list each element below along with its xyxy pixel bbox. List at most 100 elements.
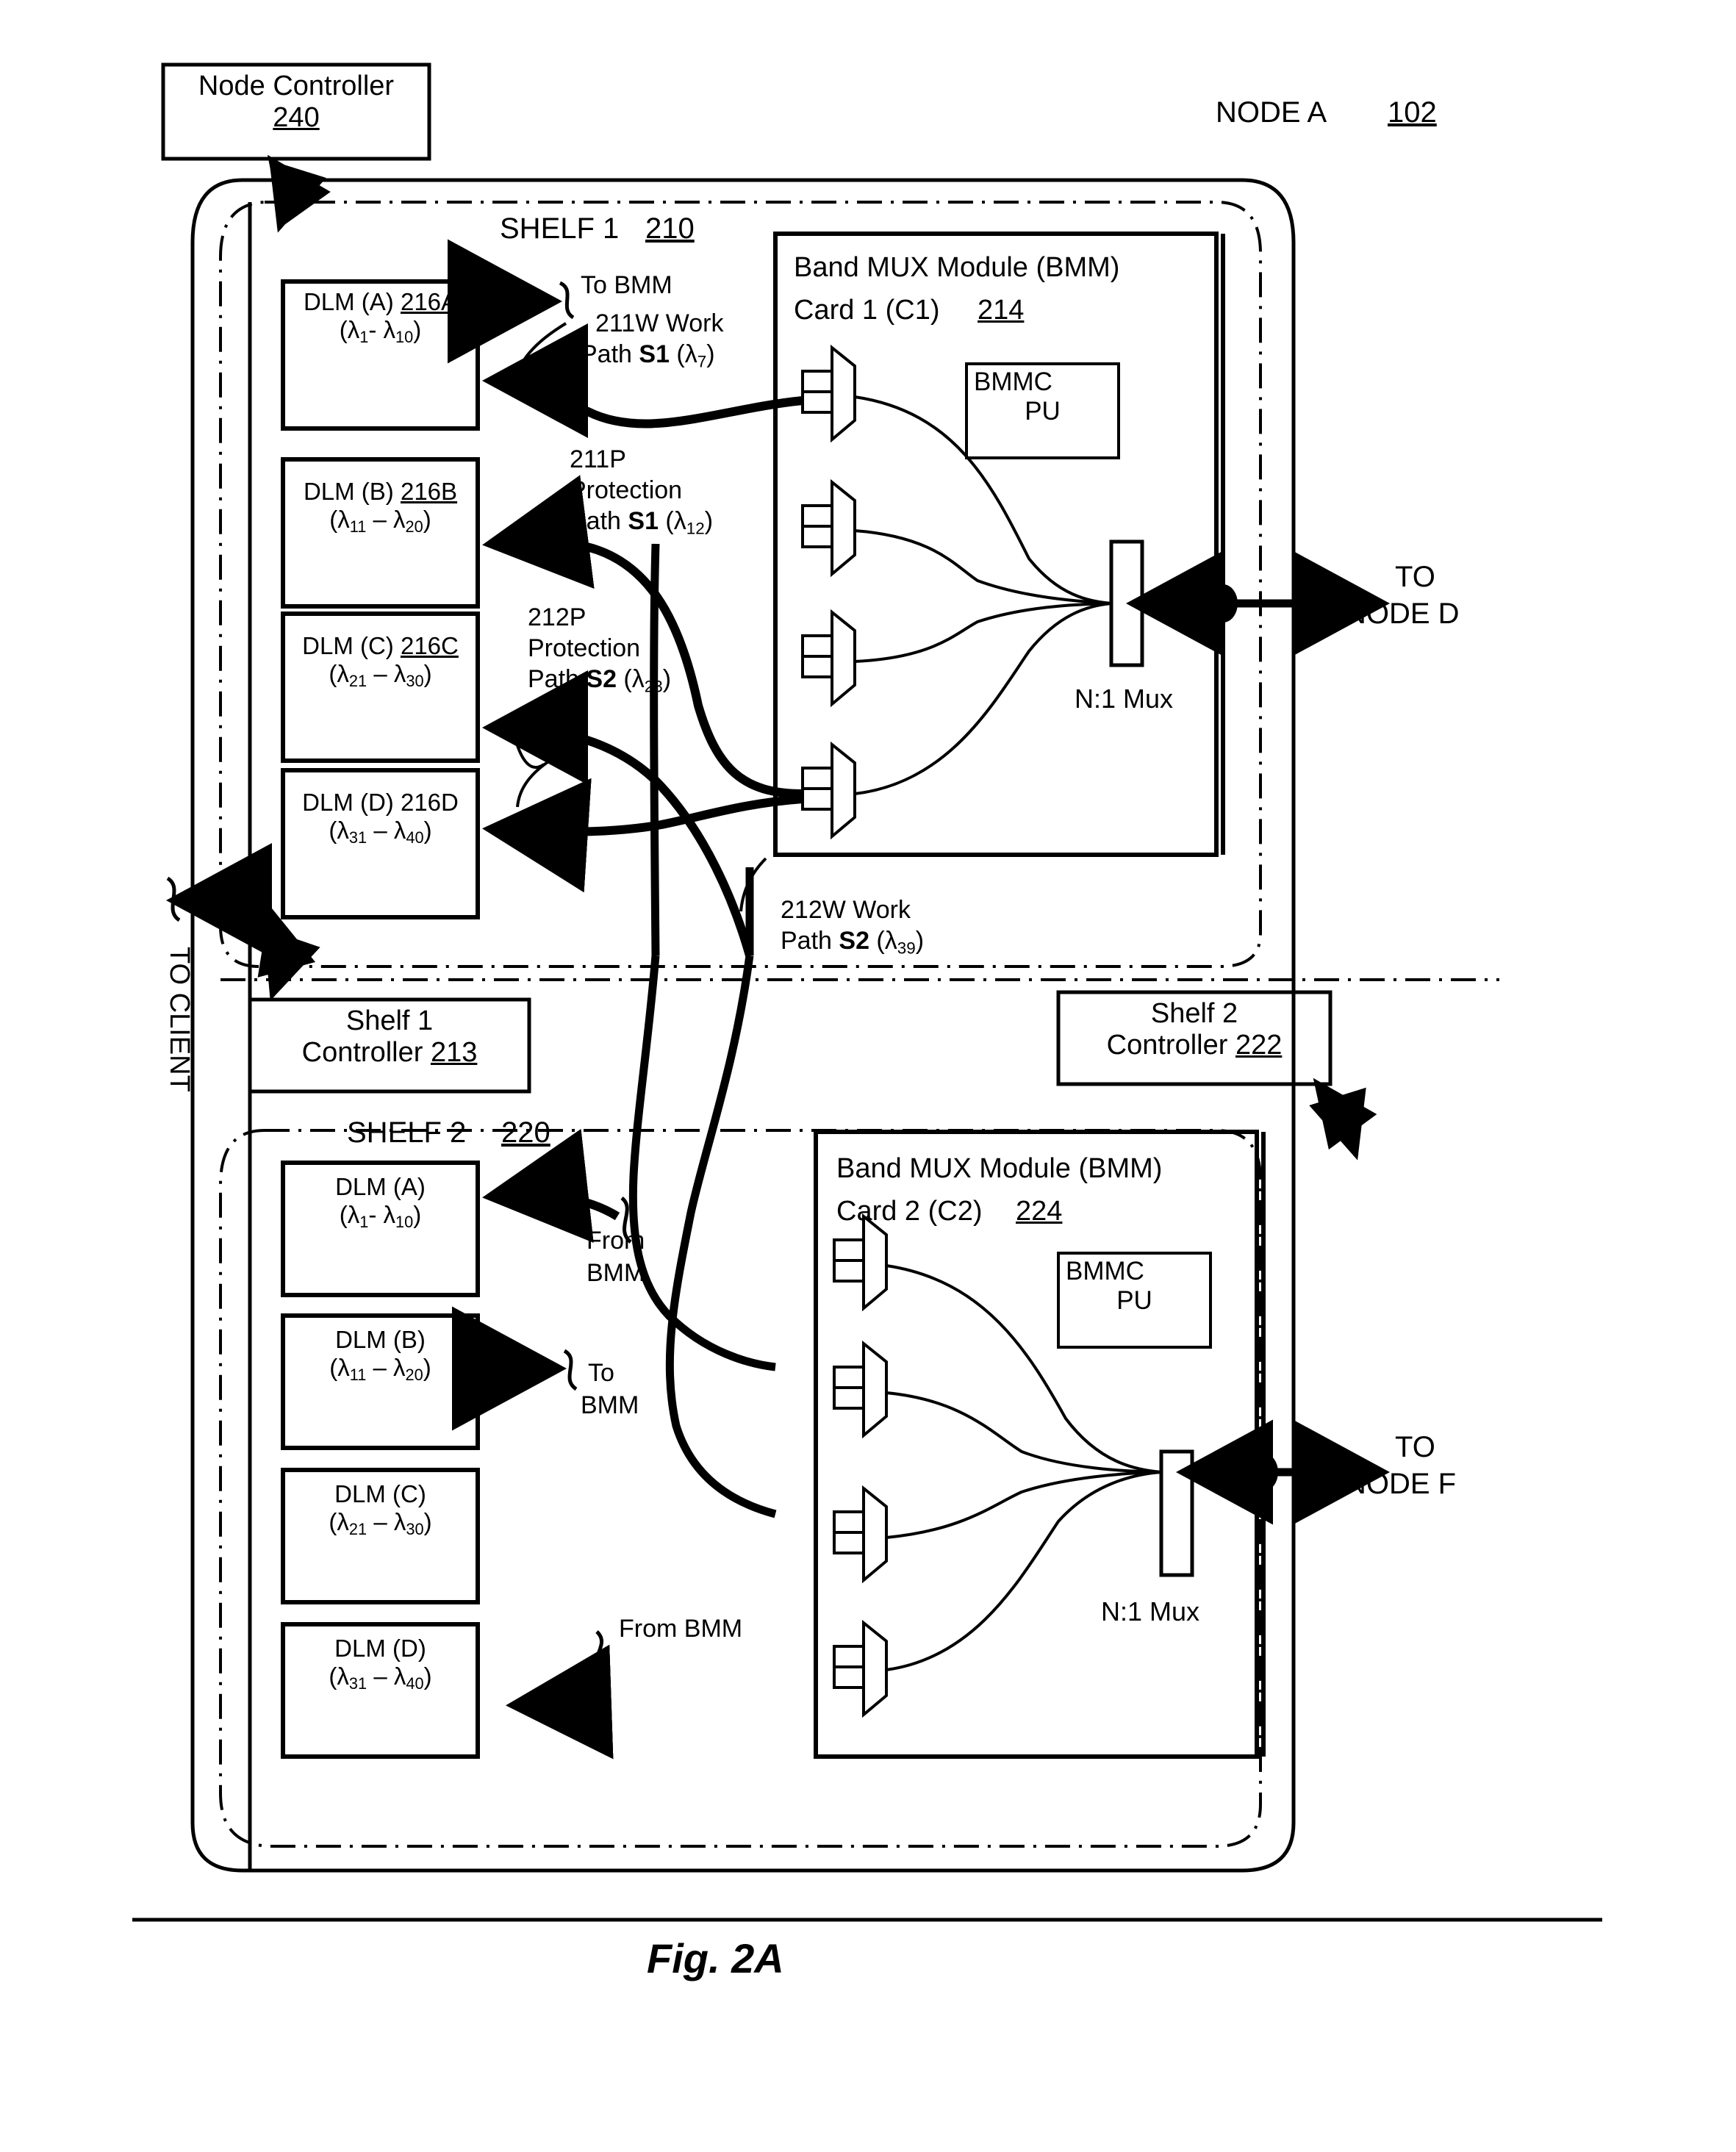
- shelf2-from-bmm-a-line1: From: [587, 1227, 645, 1255]
- shelf1-ref: 210: [645, 212, 695, 245]
- shelf1-mux-group: [801, 344, 856, 840]
- shelf1-dlm-a-ref: 216A: [400, 288, 458, 315]
- shelf1-mux-2-port-top: [801, 504, 833, 528]
- shelf1-211p-line3: Path S1 (λ12): [570, 507, 714, 538]
- shelf1-egress-line2: NODE D: [1345, 598, 1460, 630]
- shelf1-node-d-junction: [1208, 584, 1238, 623]
- shelf1-bmmc-line1: BMMC: [974, 367, 1052, 396]
- shelf1-bmm-title-line2: Card 1 (C1): [794, 295, 940, 326]
- shelf1-dlm-c-ref: 216C: [400, 632, 459, 659]
- shelf2-dlm-a-label: DLM (A) (λ1- λ10): [335, 1173, 426, 1232]
- shelf2-dlm-d-break: [595, 1630, 603, 1672]
- shelf1-to-bmm-label: To BMM: [581, 271, 672, 299]
- node-controller-ref: 240: [273, 102, 320, 133]
- shelf2-dlm-d-label: DLM (D) (λ31 – λ40): [329, 1635, 432, 1693]
- shelf1-bmm-title-line1: Band MUX Module (BMM): [794, 252, 1120, 283]
- shelf1-212p-protection-path: [482, 670, 754, 957]
- shelf1-egress-line1: TO: [1395, 561, 1435, 593]
- cross-shelf-curve-2: [628, 955, 776, 1371]
- shelf1-dlm-a-out-break: [559, 281, 575, 320]
- shelf1-mux-1-port-top: [801, 370, 833, 393]
- shelf1-dlm-a-name: DLM (A): [303, 288, 394, 315]
- shelf2-mux-3-port-top: [833, 1510, 865, 1534]
- shelf2-node-f-junction: [1249, 1453, 1278, 1491]
- shelf2-mux-2-port-top: [833, 1366, 865, 1389]
- shelf2-mux-4-port-bot: [833, 1665, 865, 1689]
- shelf1-212w-work-path: [482, 778, 803, 893]
- shelf2-mux-4: [862, 1619, 888, 1718]
- shelf1-211w-line1: 211W Work: [595, 309, 724, 337]
- node-controller-title: Node Controller: [198, 71, 395, 101]
- shelf2-mux-2: [862, 1340, 888, 1439]
- to-client-break: [166, 876, 181, 922]
- shelf1-mux-2-port-bot: [801, 525, 833, 548]
- shelf1-mux-4-port-bot: [801, 787, 833, 811]
- shelf1-mux-3: [831, 609, 856, 708]
- shelf1-212p-leader-b: [516, 761, 549, 808]
- shelf2-from-bmm-d: From BMM: [619, 1615, 743, 1643]
- shelf1-211w-line2: Path S1 (λ7): [581, 340, 715, 371]
- shelf2-bmm-ref: 224: [1016, 1196, 1063, 1227]
- shelf2-mux-group: [833, 1213, 888, 1718]
- shelf1-211w-work-path: [482, 323, 803, 439]
- shelf1-mux-4-port-top: [801, 767, 833, 790]
- shelf2-dlm-b-label: DLM (B) (λ11 – λ20): [329, 1326, 431, 1385]
- shelf1-211p-line1: 211P: [570, 445, 626, 473]
- shelf1-dlm-c-name: DLM (C): [302, 632, 394, 659]
- shelf1-dlm-b-label: DLM (B) 216B (λ11 – λ20): [303, 478, 458, 537]
- shelf1-bmmc-line2: PU: [1025, 397, 1061, 426]
- shelf2-title: SHELF 2: [347, 1116, 467, 1149]
- shelf2-controller-line2: Controller 222: [1106, 1030, 1283, 1061]
- node-a-label: NODE A: [1216, 96, 1327, 129]
- shelf2-egress-line1: TO: [1395, 1431, 1435, 1463]
- shelf1-212p-line3: Path S2 (λ23): [528, 665, 672, 696]
- shelf1-211p-line2: Protection: [570, 476, 683, 504]
- shelf1-controller-label: Shelf 1 Controller 213: [250, 1005, 529, 1069]
- shelf1-dlm-c-label: DLM (C) 216C (λ21 – λ30): [302, 632, 459, 691]
- cross-shelf-curve-1: [665, 955, 777, 1518]
- shelf2-controller-link: [1309, 1077, 1377, 1161]
- shelf2-mux-4-port-top: [833, 1645, 865, 1668]
- shelf2-dlm-a-name: DLM (A): [335, 1173, 426, 1200]
- shelf1-dlm-d-name: DLM (D): [302, 789, 394, 816]
- shelf2-dlm-d-in-curve: [506, 1644, 614, 1760]
- shelf2-mux-3: [862, 1485, 888, 1584]
- shelf1-n1mux-box: [1109, 539, 1144, 667]
- shelf2-controller-line1: Shelf 2: [1150, 998, 1238, 1029]
- shelf2-bmmc-line2: PU: [1116, 1286, 1152, 1315]
- shelf1-controller-line2: Controller 213: [301, 1037, 478, 1068]
- node-controller-link: [267, 154, 331, 233]
- shelf1-mux-2: [831, 478, 856, 578]
- shelf2-n1mux-box: [1159, 1449, 1194, 1577]
- shelf1-212w-leader: [739, 857, 767, 912]
- shelf1-212p-line2: Protection: [528, 634, 641, 662]
- shelf1-boundary-left: [219, 201, 265, 968]
- shelf2-dlm-c-name: DLM (C): [334, 1480, 426, 1507]
- patent-figure-2a: Node Controller 240 NODE A 102 SHELF 1 2…: [0, 0, 1736, 2152]
- node-a-ref: 102: [1388, 96, 1437, 129]
- shelf2-controller-label: Shelf 2 Controller 222: [1058, 998, 1330, 1061]
- shelf1-212w-line2: Path S2 (λ39): [781, 927, 925, 958]
- shelf2-dlm-d-name: DLM (D): [334, 1635, 426, 1662]
- shelf2-bmm-title-line1: Band MUX Module (BMM): [836, 1153, 1163, 1184]
- shelf2-to-bmm-b-line2: BMM: [581, 1391, 639, 1419]
- shelf2-from-bmm-a-line2: BMM: [587, 1259, 645, 1287]
- shelf2-dlm-b-name: DLM (B): [335, 1326, 426, 1353]
- shelf2-mux-3-port-bot: [833, 1531, 865, 1554]
- shelf1-mux-1: [831, 344, 856, 443]
- shelf1-212w-line1: 212W Work: [781, 896, 911, 924]
- shelf2-egress-line2: NODE F: [1345, 1468, 1457, 1500]
- shelf2-dlm-b-break: [563, 1349, 578, 1391]
- shelf2-mux-2-port-bot: [833, 1386, 865, 1410]
- shelf2-dlm-c-label: DLM (C) (λ21 – λ30): [329, 1480, 432, 1539]
- shelf2-mux-1-port-bot: [833, 1259, 865, 1283]
- shelf1-n1mux-label: N:1 Mux: [1075, 684, 1174, 714]
- shelf1-mux-3-port-bot: [801, 655, 833, 678]
- shelf2-n1mux-label: N:1 Mux: [1101, 1596, 1200, 1626]
- shelf1-mux-1-port-bot: [801, 390, 833, 414]
- shelf2-bmmc-line1: BMMC: [1066, 1257, 1144, 1285]
- shelf1-mux-3-port-top: [801, 634, 833, 658]
- to-client-label: TO CLIENT: [164, 947, 195, 1092]
- shelf1-bmm-ref: 214: [978, 295, 1025, 326]
- shelf1-mux-4: [831, 741, 856, 840]
